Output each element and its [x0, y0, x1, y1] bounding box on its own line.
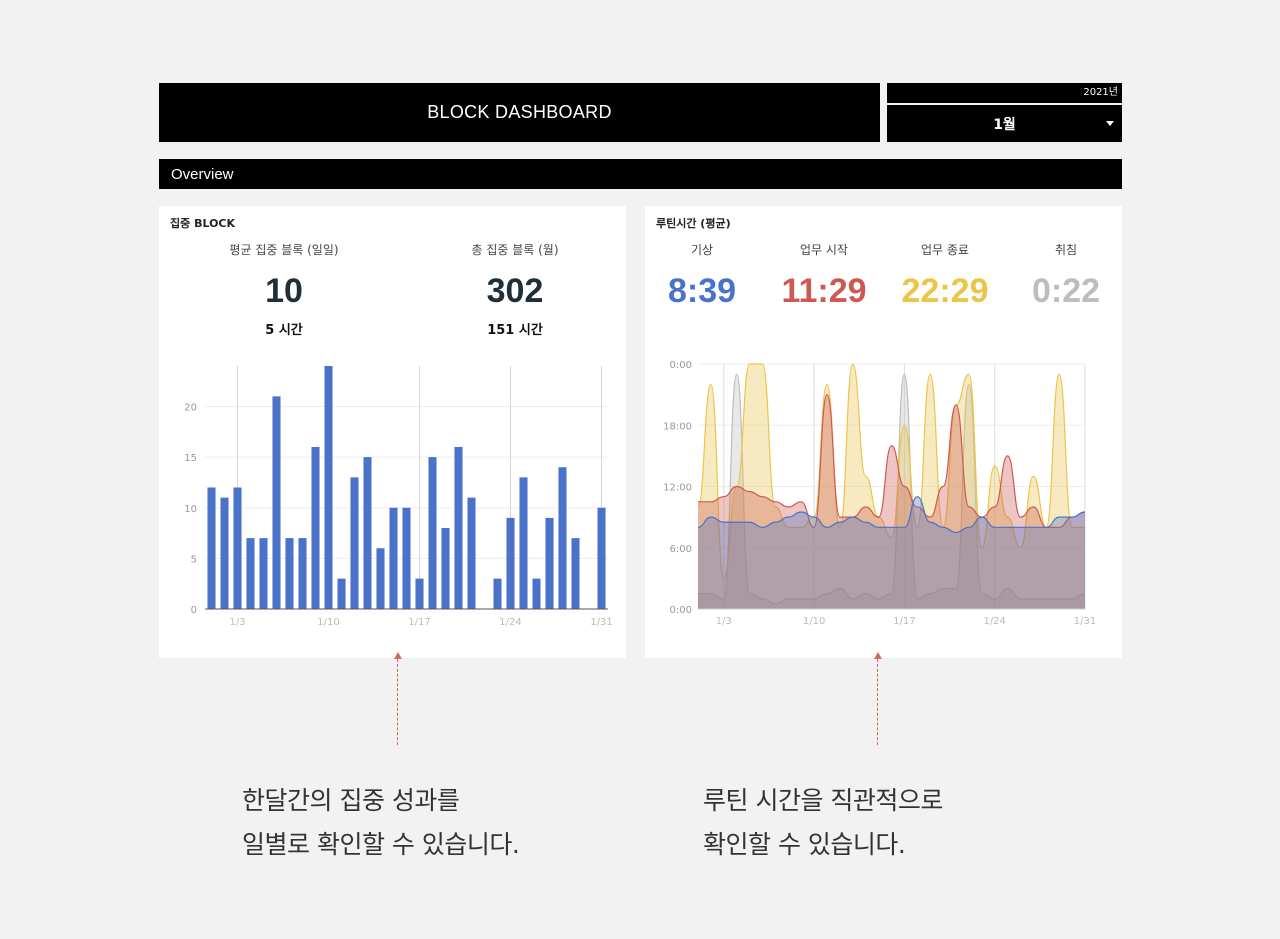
x-tick-label: 1/24 — [499, 617, 521, 628]
bar — [441, 528, 450, 609]
bar — [519, 477, 528, 609]
x-tick-label: 1/10 — [803, 616, 825, 627]
bar — [467, 497, 476, 609]
bar — [376, 548, 385, 609]
kpi-subvalue: 5 시간 — [265, 323, 303, 338]
bar — [220, 497, 229, 609]
x-tick-label: 1/24 — [983, 616, 1005, 627]
x-tick-label: 1/17 — [893, 616, 915, 627]
year-label: 2021년 — [887, 83, 1122, 103]
bar — [571, 538, 580, 609]
arrow-up-icon — [394, 652, 402, 659]
bar — [363, 457, 372, 609]
routine-label: 기상 — [690, 243, 714, 257]
bar — [415, 578, 424, 609]
y-tick-label: 0:00 — [670, 605, 692, 616]
routine-time-card: 루틴시간 (평균) 기상 8:39 업무 시작 11:29 업무 종료 22:2… — [645, 206, 1122, 658]
caption-right: 루틴 시간을 직관적으로 확인할 수 있습니다. — [703, 779, 943, 867]
kpi-label: 평균 집중 블록 (일일) — [229, 243, 339, 257]
month-dropdown[interactable]: 1월 — [887, 105, 1122, 142]
x-tick-label: 1/10 — [317, 617, 339, 628]
x-tick-label: 1/3 — [716, 616, 732, 627]
kpi-value: 302 — [486, 272, 544, 310]
routine-area-chart: 0:00 6:00 12:00 18:00 0:00 1/3 1/10 1/17 1/24 1/3… — [663, 360, 1096, 627]
x-tick-label: 1/3 — [229, 617, 245, 628]
month-dropdown-value: 1월 — [993, 116, 1016, 133]
dashboard-title: BLOCK DASHBOARD — [159, 83, 880, 142]
bar — [298, 538, 307, 609]
caption-line: 일별로 확인할 수 있습니다. — [242, 830, 520, 859]
bar — [259, 538, 268, 609]
bar — [207, 487, 216, 609]
caption-line: 한달간의 집중 성과를 — [242, 786, 460, 815]
routine-label: 업무 시작 — [800, 243, 848, 257]
routine-value: 11:29 — [781, 272, 867, 310]
y-tick-label: 12:00 — [663, 483, 692, 494]
routine-value: 8:39 — [667, 272, 737, 310]
y-tick-label: 18:00 — [663, 421, 692, 432]
kpi-monthly-total: 총 집중 블록 (월) 302 151 시간 — [420, 241, 610, 338]
y-tick-label: 6:00 — [670, 544, 692, 555]
y-tick-label: 0 — [191, 605, 197, 616]
y-tick-label: 10 — [184, 504, 197, 515]
chevron-down-icon — [1106, 121, 1114, 126]
bar — [493, 578, 502, 609]
arrow-line — [877, 659, 878, 745]
routine-sleep: 취침 0:22 — [1006, 241, 1126, 311]
routine-wake: 기상 8:39 — [642, 241, 762, 311]
bar — [272, 396, 281, 609]
caption-line: 루틴 시간을 직관적으로 — [703, 786, 943, 815]
bar — [233, 487, 242, 609]
routine-label: 취침 — [1054, 243, 1078, 257]
routine-value: 0:22 — [1031, 272, 1101, 310]
bar — [428, 457, 437, 609]
bar — [545, 517, 554, 609]
bar — [532, 578, 541, 609]
arrow-up-icon — [874, 652, 882, 659]
bar — [311, 447, 320, 609]
x-tick-label: 1/31 — [1074, 616, 1096, 627]
bar — [324, 366, 333, 609]
bar — [402, 507, 411, 609]
kpi-subvalue: 151 시간 — [487, 323, 543, 338]
routine-work-start: 업무 시작 11:29 — [764, 241, 884, 311]
routine-work-end: 업무 종료 22:29 — [885, 241, 1005, 311]
caption-line: 확인할 수 있습니다. — [703, 830, 906, 859]
focus-block-card: 집중 BLOCK 평균 집중 블록 (일일) 10 5 시간 총 집중 블록 (… — [159, 206, 626, 658]
kpi-value: 10 — [265, 272, 303, 310]
bar — [506, 517, 515, 609]
y-tick-label: 0:00 — [670, 360, 692, 371]
bar — [337, 578, 346, 609]
routine-label: 업무 종료 — [921, 243, 969, 257]
y-tick-label: 15 — [184, 453, 197, 464]
routine-card-title: 루틴시간 (평균) — [656, 217, 731, 230]
bar — [246, 538, 255, 609]
kpi-daily-average: 평균 집중 블록 (일일) 10 5 시간 — [189, 241, 379, 338]
y-tick-label: 5 — [191, 554, 197, 565]
routine-value: 22:29 — [901, 272, 989, 310]
bar — [350, 477, 359, 609]
bar — [597, 507, 606, 609]
focus-card-title: 집중 BLOCK — [170, 217, 236, 230]
x-tick-label: 1/17 — [408, 617, 430, 628]
y-tick-label: 20 — [184, 403, 197, 414]
daily-focus-bar-chart: 0 5 10 15 20 1/3 1/10 1/17 1/24 1/31 — [184, 366, 613, 628]
arrow-line — [397, 659, 398, 745]
overview-section-header: Overview — [159, 159, 1122, 189]
x-tick-label: 1/31 — [590, 617, 612, 628]
bar — [558, 467, 567, 609]
caption-left: 한달간의 집중 성과를 일별로 확인할 수 있습니다. — [242, 779, 520, 867]
bar — [389, 507, 398, 609]
bar — [285, 538, 294, 609]
kpi-label: 총 집중 블록 (월) — [471, 243, 559, 257]
bar — [454, 447, 463, 609]
